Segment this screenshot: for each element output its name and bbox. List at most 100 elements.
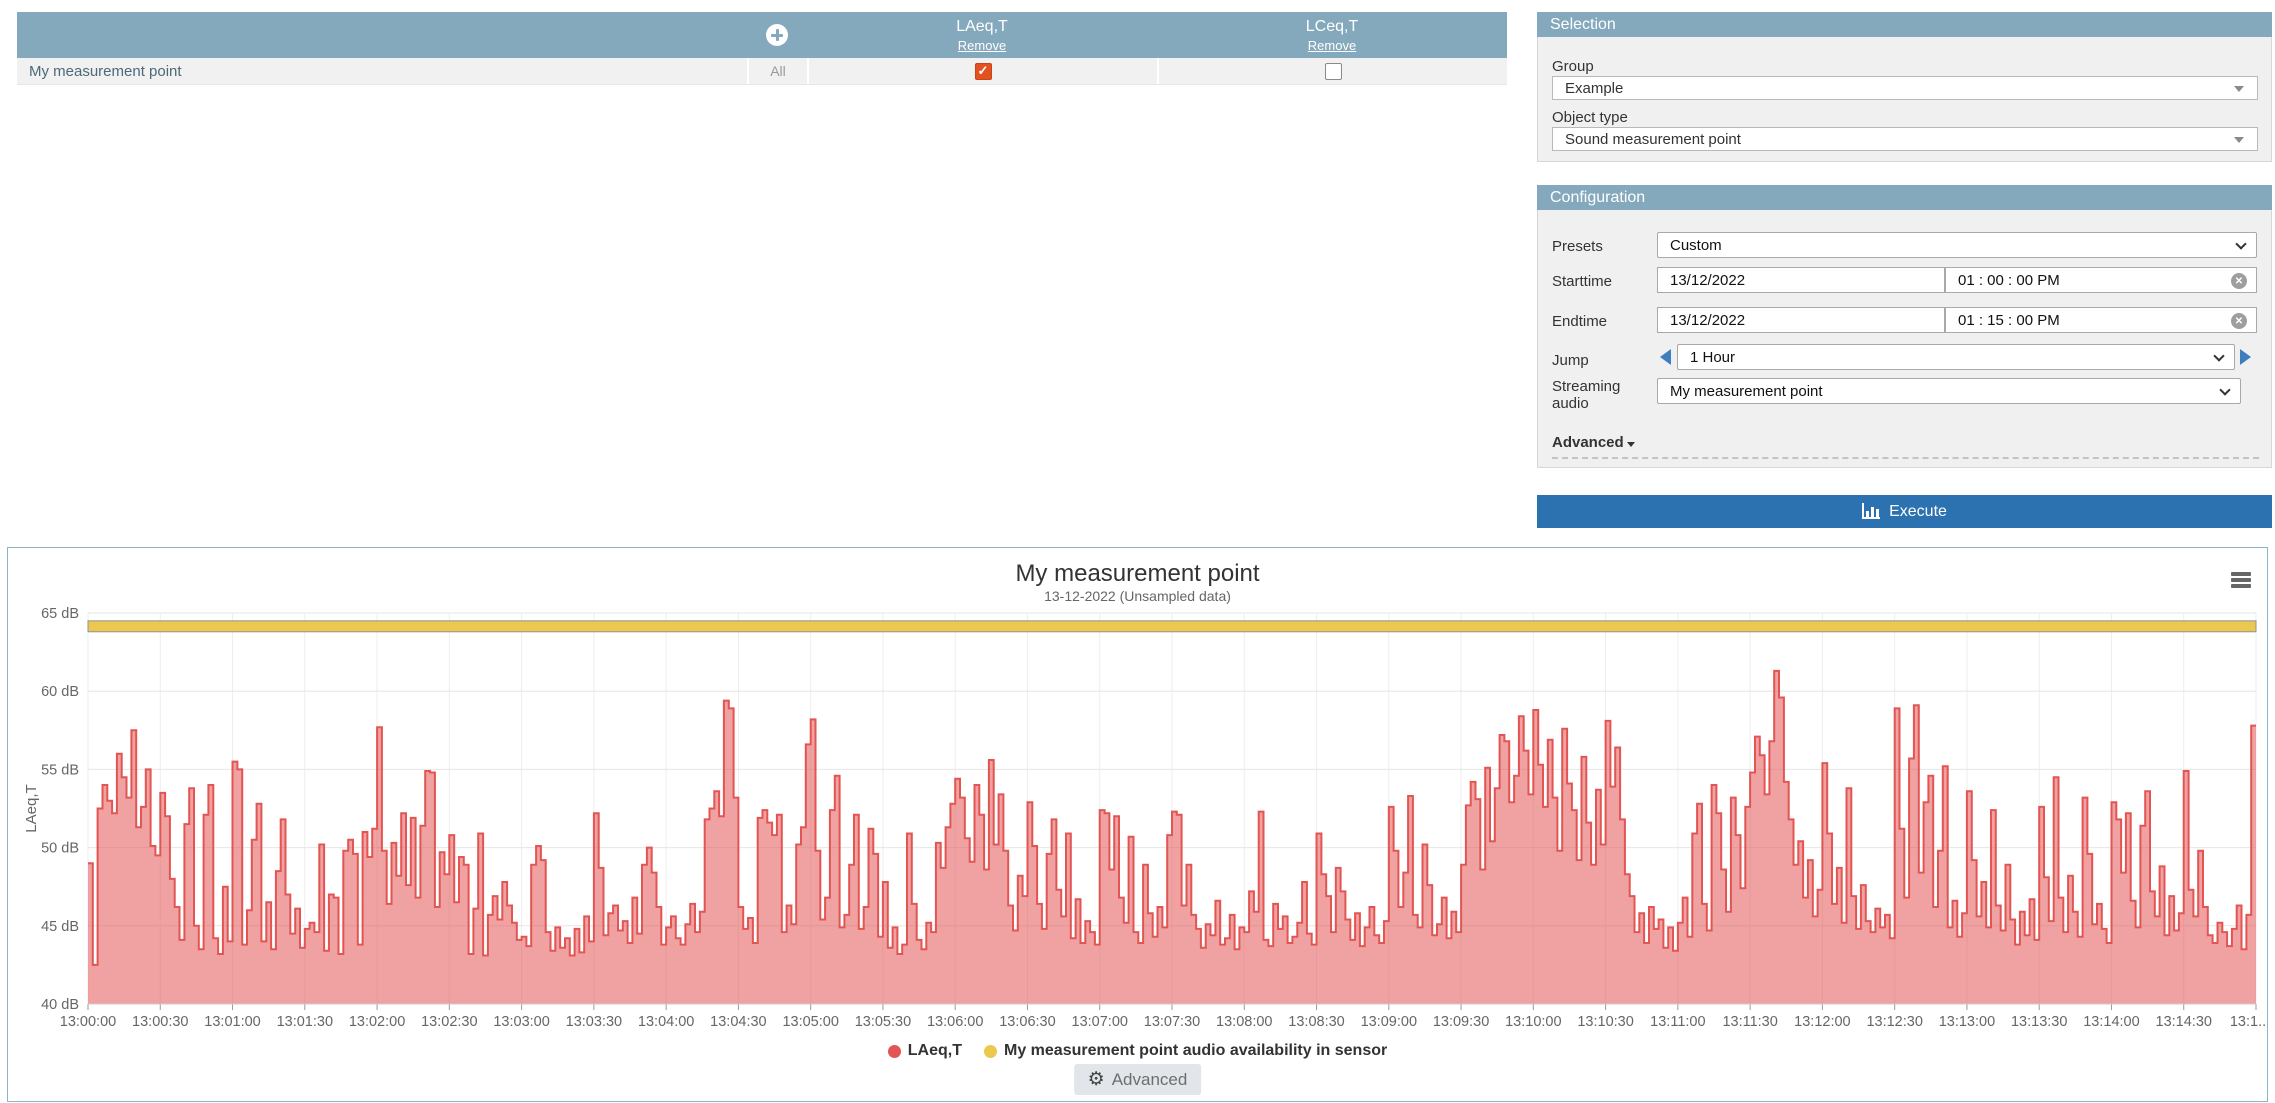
x-tick-label: 13:14:00 [2083, 1014, 2139, 1030]
group-label: Group [1552, 58, 1594, 75]
y-tick-label: 45 dB [41, 919, 79, 935]
dashed-divider [1552, 457, 2259, 459]
jump-previous-arrow[interactable] [1660, 349, 1671, 365]
selection-panel: Selection Group Example Object type Soun… [1537, 12, 2272, 162]
chart-panel: My measurement point 13-12-2022 (Unsampl… [7, 547, 2268, 1102]
x-tick-label: 13:09:00 [1361, 1014, 1417, 1030]
x-tick-label: 13:02:00 [349, 1014, 405, 1030]
chart-legend: LAeq,T My measurement point audio availa… [8, 1042, 2267, 1060]
remove-link[interactable]: Remove [958, 38, 1006, 53]
legend-item-availability[interactable]: My measurement point audio availability … [984, 1042, 1387, 1060]
x-tick-label: 13:01:00 [204, 1014, 260, 1030]
execute-button[interactable]: Execute [1537, 495, 2272, 528]
starttime-date-input[interactable]: 13/12/2022 [1657, 267, 1945, 293]
legend-marker [984, 1045, 997, 1058]
x-tick-label: 13:11:30 [1722, 1014, 1777, 1030]
add-column-button[interactable] [747, 12, 807, 58]
config-advanced-label: Advanced [1552, 434, 1624, 451]
x-tick-label: 13:06:30 [999, 1014, 1055, 1030]
chevron-down-icon [2219, 384, 2230, 395]
object-type-select[interactable]: Sound measurement point [1552, 127, 2258, 151]
x-tick-label: 13:08:30 [1288, 1014, 1344, 1030]
y-tick-label: 60 dB [41, 684, 79, 700]
y-tick-label: 40 dB [41, 997, 79, 1013]
y-tick-label: 50 dB [41, 841, 79, 857]
jump-select[interactable]: 1 Hour [1677, 344, 2235, 370]
y-tick-label: 65 dB [41, 606, 79, 622]
x-tick-label: 13:07:30 [1144, 1014, 1200, 1030]
bar-chart-icon [1862, 503, 1881, 520]
jump-label: Jump [1552, 352, 1589, 369]
x-tick-label: 13:14:30 [2156, 1014, 2212, 1030]
streaming-audio-select[interactable]: My measurement point [1657, 378, 2241, 404]
presets-select[interactable]: Custom [1657, 232, 2257, 258]
y-tick-label: 55 dB [41, 762, 79, 778]
measurement-table: LAeq,T Remove LCeq,T Remove My measureme… [17, 12, 1507, 85]
laeq-checkbox-cell: ✓ [807, 58, 1157, 84]
x-tick-label: 13:09:30 [1433, 1014, 1489, 1030]
x-tick-label: 13:13:30 [2011, 1014, 2067, 1030]
x-tick-label: 13:08:00 [1216, 1014, 1272, 1030]
column-label: LAeq,T [956, 18, 1008, 36]
availability-band [88, 621, 2256, 632]
x-tick-label: 13:04:00 [638, 1014, 694, 1030]
x-tick-label: 13:03:30 [566, 1014, 622, 1030]
object-type-select-value: Sound measurement point [1565, 131, 1741, 148]
group-select-value: Example [1565, 80, 1623, 97]
configuration-panel: Configuration Presets Custom Starttime 1… [1537, 185, 2272, 468]
gear-icon: ⚙ [1088, 1068, 1105, 1091]
endtime-date-value: 13/12/2022 [1670, 312, 1745, 329]
endtime-time-input[interactable]: 01 : 15 : 00 PM ✕ [1945, 307, 2257, 333]
presets-select-value: Custom [1670, 237, 1722, 254]
table-row: My measurement point All ✓ [17, 58, 1507, 85]
endtime-label: Endtime [1552, 313, 1607, 330]
starttime-label: Starttime [1552, 273, 1612, 290]
chart-advanced-label: Advanced [1112, 1070, 1188, 1090]
x-tick-label: 13:10:30 [1577, 1014, 1633, 1030]
x-tick-label: 13:05:30 [855, 1014, 911, 1030]
x-tick-label: 13:12:00 [1794, 1014, 1850, 1030]
presets-label: Presets [1552, 238, 1603, 255]
starttime-time-value: 01 : 00 : 00 PM [1958, 272, 2060, 289]
lceq-checkbox[interactable] [1325, 63, 1342, 80]
x-tick-label: 13:00:00 [60, 1014, 116, 1030]
x-tick-label: 13:04:30 [710, 1014, 766, 1030]
column-header-laeq: LAeq,T Remove [807, 12, 1157, 58]
row-name: My measurement point [17, 58, 747, 84]
streaming-audio-label: Streaming audio [1552, 378, 1647, 412]
chart-advanced-button[interactable]: ⚙ Advanced [1074, 1064, 1202, 1095]
legend-label: LAeq,T [908, 1042, 962, 1060]
clear-icon[interactable]: ✕ [2231, 273, 2247, 289]
chevron-down-icon [2234, 137, 2244, 143]
x-tick-label: 13:07:00 [1072, 1014, 1128, 1030]
chevron-down-icon [2234, 86, 2244, 92]
row-scope: All [747, 58, 807, 84]
chevron-down-icon [2235, 238, 2246, 249]
x-tick-label: 13:03:00 [493, 1014, 549, 1030]
name-column-header [17, 12, 747, 58]
starttime-date-value: 13/12/2022 [1670, 272, 1745, 289]
column-header-lceq: LCeq,T Remove [1157, 12, 1507, 58]
laeq-checkbox[interactable]: ✓ [975, 63, 992, 80]
x-tick-label: 13:11:00 [1650, 1014, 1705, 1030]
chevron-down-icon [2213, 350, 2224, 361]
legend-label: My measurement point audio availability … [1004, 1042, 1387, 1060]
jump-select-value: 1 Hour [1690, 349, 1735, 366]
remove-link[interactable]: Remove [1308, 38, 1356, 53]
endtime-time-value: 01 : 15 : 00 PM [1958, 312, 2060, 329]
add-icon[interactable] [766, 24, 788, 46]
legend-marker [888, 1045, 901, 1058]
x-tick-label: 13:06:00 [927, 1014, 983, 1030]
legend-item-laeq[interactable]: LAeq,T [888, 1042, 962, 1060]
jump-next-arrow[interactable] [2240, 349, 2251, 365]
table-header: LAeq,T Remove LCeq,T Remove [17, 12, 1507, 58]
x-tick-label: 13:10:00 [1505, 1014, 1561, 1030]
streaming-audio-select-value: My measurement point [1670, 383, 1823, 400]
x-tick-label: 13:12:30 [1866, 1014, 1922, 1030]
group-select[interactable]: Example [1552, 76, 2258, 100]
clear-icon[interactable]: ✕ [2231, 313, 2247, 329]
config-advanced-toggle[interactable]: Advanced [1552, 434, 1635, 451]
chart-plot: 13:00:0013:00:3013:01:0013:01:3013:02:00… [8, 548, 2267, 1101]
endtime-date-input[interactable]: 13/12/2022 [1657, 307, 1945, 333]
starttime-time-input[interactable]: 01 : 00 : 00 PM ✕ [1945, 267, 2257, 293]
